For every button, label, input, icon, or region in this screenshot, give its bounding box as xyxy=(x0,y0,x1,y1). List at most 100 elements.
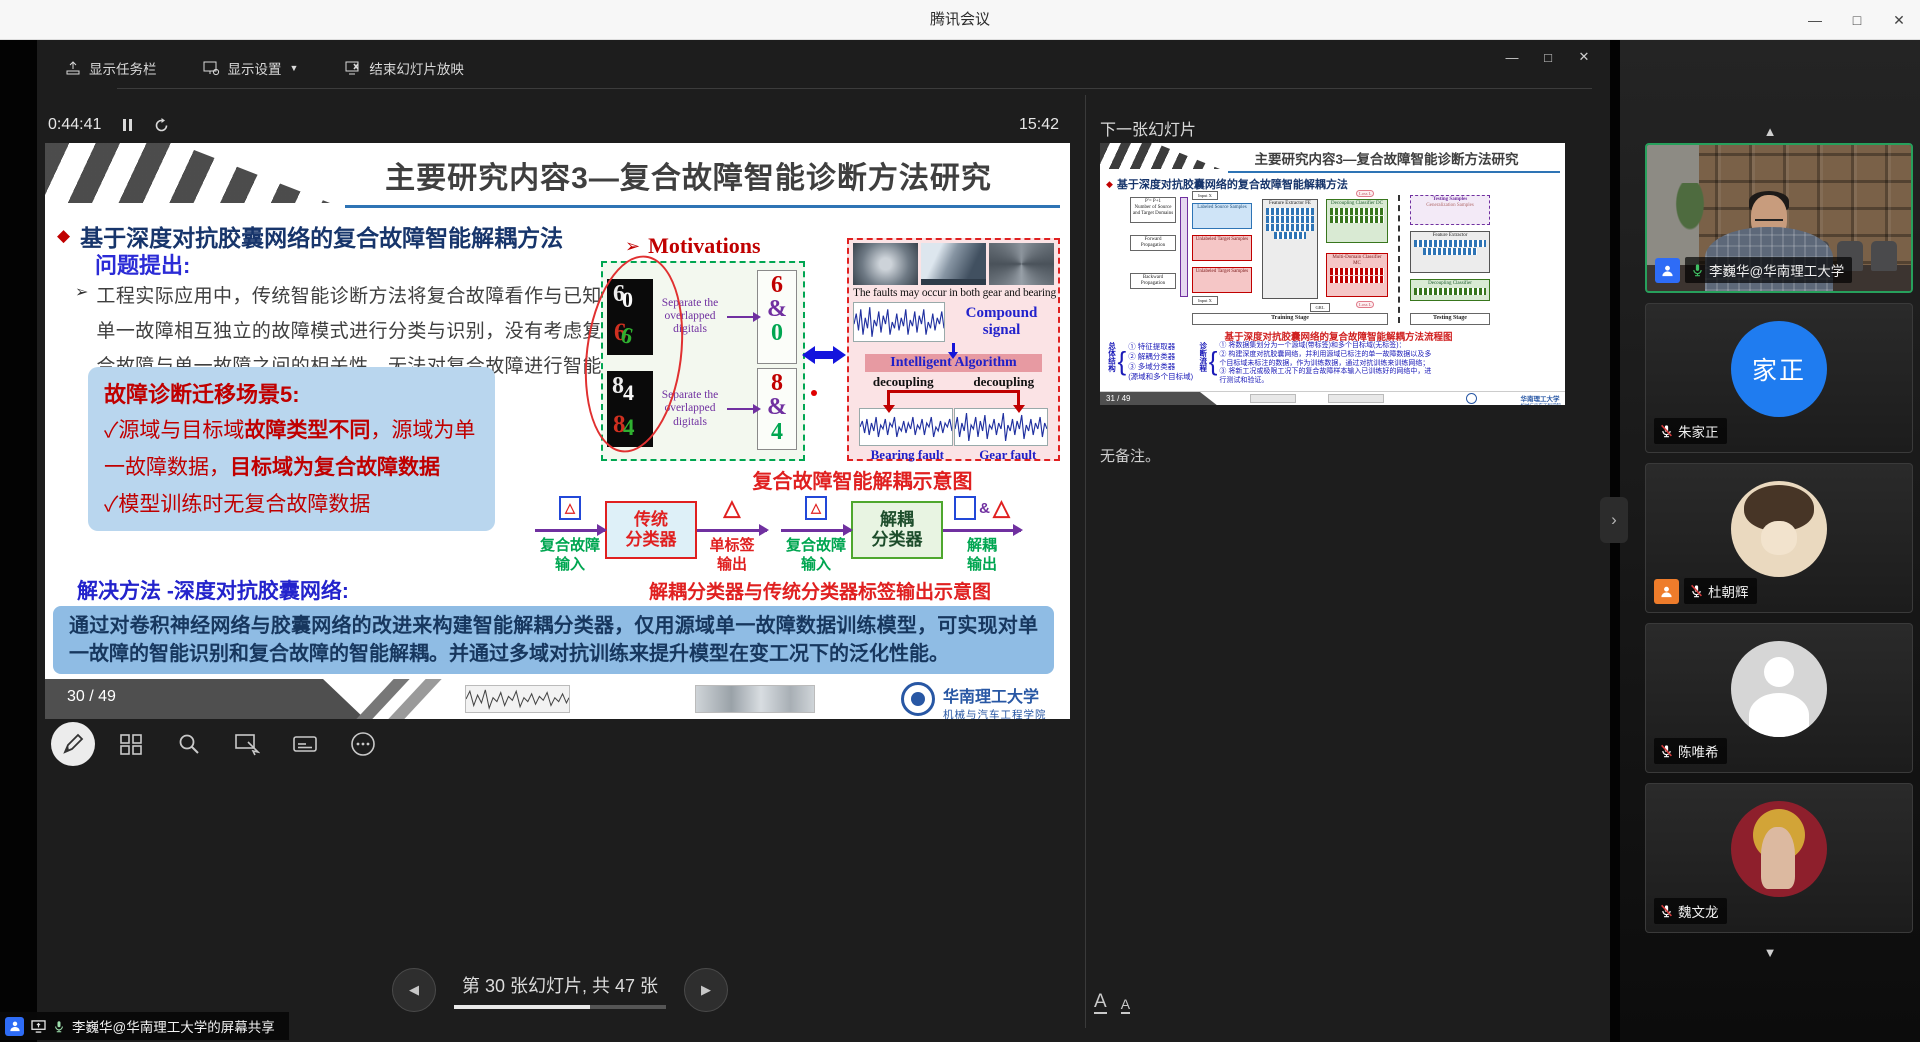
slide-browser-button[interactable] xyxy=(109,722,153,766)
solution-label: 解决方法 -深度对抗胶囊网络: xyxy=(77,575,349,605)
increase-font-button[interactable]: A xyxy=(1094,992,1107,1014)
digits-8-4: 8&4 xyxy=(757,368,797,450)
window-title: 腾讯会议 xyxy=(0,0,1920,40)
participant-tile[interactable]: 魏文龙 xyxy=(1645,783,1913,933)
notes-text: 无备注。 xyxy=(1100,445,1160,466)
slide-navigation: ◀ 第 30 张幻灯片, 共 47 张 ▶ xyxy=(392,968,728,1012)
participant-tile[interactable]: 陈唯希 xyxy=(1645,623,1913,773)
participant-tile[interactable]: 家正 朱家正 xyxy=(1645,303,1913,453)
motivations-title: Motivations xyxy=(648,233,760,259)
mic-muted-icon xyxy=(1690,584,1703,598)
compound-signal-plot xyxy=(853,302,945,342)
university-logo xyxy=(1466,393,1477,404)
toolbar-divider xyxy=(117,88,1592,89)
scenario-box: 故障诊断迁移场景5: ✓源域与目标域故障类型不同，源域为单一故障数据，目标域为复… xyxy=(88,367,495,531)
classifier-pipeline: △ 复合故障输入 传统分类器 △ 单标签输出 △ 复合故障输入 解耦分类器 xyxy=(535,493,1021,575)
arrow-down-icon xyxy=(952,343,955,353)
screen: 腾讯会议 — □ ✕ 显示任务栏 显示设置 ▼ 结束幻灯片放映 — xyxy=(0,0,1920,1042)
next-slide-button[interactable]: ▶ xyxy=(684,968,728,1012)
mic-muted-icon xyxy=(1660,904,1673,918)
arrow-right-icon xyxy=(535,529,605,532)
screen-share-icon xyxy=(31,1020,46,1033)
spectrogram-thumbnail xyxy=(1328,394,1384,403)
spectrogram-thumbnail xyxy=(695,685,815,713)
zoom-tool-button[interactable] xyxy=(167,722,211,766)
faults-caption: The faults may occur in both gear and be… xyxy=(853,287,1054,299)
slide-canvas[interactable]: 主要研究内容3—复合故障智能诊断方法研究 ◆ 基于深度对抗胶囊网络的复合故障智能… xyxy=(45,143,1070,719)
display-settings-button[interactable]: 显示设置 ▼ xyxy=(203,58,299,78)
screen-share-statusbar: 李巍华@华南理工大学的屏幕共享 xyxy=(0,1012,289,1040)
scenario-line2: ✓模型训练时无复合故障数据 xyxy=(104,487,479,524)
stage-divider xyxy=(1398,195,1400,323)
mic-muted-icon xyxy=(1660,744,1673,758)
display-settings-label: 显示设置 xyxy=(228,58,282,78)
presenter-restore-button[interactable]: □ xyxy=(1530,45,1566,69)
subtitles-button[interactable] xyxy=(283,722,327,766)
sidebar-collapse-handle[interactable]: › xyxy=(1600,497,1628,543)
slide-header-stripes xyxy=(45,143,330,203)
participant-name: 陈唯希 xyxy=(1678,741,1719,761)
process-title: 诊断流程 xyxy=(1199,342,1207,386)
member-badge-icon xyxy=(1655,258,1680,283)
display-pointer-button[interactable] xyxy=(225,722,269,766)
presenter-minimize-button[interactable]: — xyxy=(1494,45,1530,69)
school-name: 机械与汽车工程学院 xyxy=(943,707,1047,719)
branch-connector xyxy=(887,390,1020,406)
presenter-close-button[interactable]: ✕ xyxy=(1566,45,1602,69)
pip: 解耦分类器与传统分类器标签输出示意图 xyxy=(580,577,1060,604)
restart-timer-button[interactable] xyxy=(154,118,169,133)
gear-fault-plot xyxy=(954,408,1048,446)
next-slide-preview: 主要研究内容3—复合故障智能诊断方法研究 ◆ 基于深度对抗胶囊网络的复合故障智能… xyxy=(1100,143,1565,405)
window-minimize-button[interactable]: — xyxy=(1794,0,1836,40)
mic-icon xyxy=(53,1020,65,1033)
show-taskbar-label: 显示任务栏 xyxy=(89,58,157,78)
preview-diagram-caption: 基于深度对抗胶囊网络的复合故障智能解耦方法流程图 xyxy=(1116,329,1561,343)
triangle-label-icon: △ xyxy=(993,497,1010,519)
next-slide-header: 下一张幻灯片 xyxy=(1100,116,1196,140)
window-maximize-button[interactable]: □ xyxy=(1836,0,1878,40)
chevron-down-icon: ▼ xyxy=(290,63,299,73)
member-badge-icon xyxy=(5,1017,24,1036)
faults-demo-box: The faults may occur in both gear and be… xyxy=(847,238,1060,461)
scroll-down-arrow[interactable]: ▼ xyxy=(1620,945,1920,960)
title-underline xyxy=(345,205,1060,208)
scroll-up-arrow[interactable]: ▲ xyxy=(1620,124,1920,139)
avatar xyxy=(1731,801,1827,897)
square-label-icon xyxy=(954,496,976,520)
gearbox-photo xyxy=(989,243,1054,285)
digits-6-0: 6&0 xyxy=(757,270,797,364)
annotation-toolbar xyxy=(51,722,385,766)
participant-tile[interactable]: 杜朝辉 xyxy=(1645,463,1913,613)
pause-timer-button[interactable] xyxy=(123,119,132,131)
preview-heading: 基于深度对抗胶囊网络的复合故障智能解耦方法 xyxy=(1117,176,1348,192)
single-label-icon: △ xyxy=(724,497,741,519)
member-badge-icon xyxy=(1654,579,1679,604)
more-options-button[interactable] xyxy=(341,722,385,766)
window-close-button[interactable]: ✕ xyxy=(1878,0,1920,40)
bearing-fault-label: Bearing fault xyxy=(871,447,944,463)
mic-muted-icon xyxy=(1660,424,1673,438)
slide-progress-bar[interactable] xyxy=(454,1005,666,1009)
presenter-toolbar: 显示任务栏 显示设置 ▼ 结束幻灯片放映 xyxy=(65,58,464,78)
waveform-thumbnail xyxy=(1250,394,1296,403)
decrease-font-button[interactable]: A xyxy=(1121,997,1130,1014)
show-taskbar-button[interactable]: 显示任务栏 xyxy=(65,58,157,78)
window-titlebar: 腾讯会议 — □ ✕ xyxy=(0,0,1920,40)
display-settings-icon xyxy=(203,60,220,76)
pen-tool-button[interactable] xyxy=(51,722,95,766)
slide-page-number: 30 / 49 xyxy=(67,688,116,706)
scenario-line1: ✓源域与目标域故障类型不同，源域为单一故障数据，目标域为复合故障数据 xyxy=(104,413,479,487)
problem-label: 问题提出: xyxy=(95,248,190,280)
decoupling-label: decoupling xyxy=(973,374,1034,390)
preview-title: 主要研究内容3—复合故障智能诊断方法研究 xyxy=(1212,148,1561,168)
participant-tile-video[interactable]: 李巍华@华南理工大学 xyxy=(1645,143,1913,293)
double-arrow-icon xyxy=(802,343,846,367)
arrow-right-icon xyxy=(781,529,851,532)
title-underline xyxy=(1228,171,1560,173)
compound-signal-label: Compound signal xyxy=(949,305,1054,340)
arrow-right-icon xyxy=(943,529,1021,532)
end-slideshow-button[interactable]: 结束幻灯片放映 xyxy=(344,58,464,78)
decoupling-label: decoupling xyxy=(873,374,934,390)
previous-slide-button[interactable]: ◀ xyxy=(392,968,436,1012)
bearing-fault-plot xyxy=(859,408,953,446)
